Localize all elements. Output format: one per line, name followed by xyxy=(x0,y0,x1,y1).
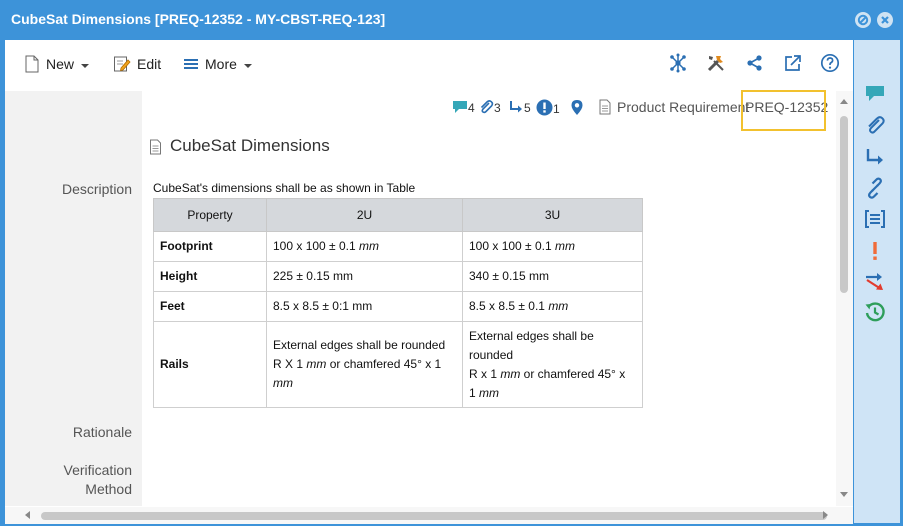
right-sidebar xyxy=(854,40,900,523)
history-icon[interactable] xyxy=(864,301,886,323)
table-cell: 100 x 100 ± 0.1 mm xyxy=(462,231,643,262)
share-icon[interactable] xyxy=(745,53,765,73)
comments-count: 4 xyxy=(468,101,475,115)
document-icon xyxy=(599,99,611,115)
item-type-label: Product Requirement xyxy=(617,99,750,115)
table-row: Rails External edges shall be rounded R … xyxy=(153,321,643,408)
list-icon[interactable] xyxy=(864,208,886,230)
dimensions-table: Property 2U 3U Footprint 100 x 100 ± 0.1… xyxy=(153,198,643,408)
scroll-left-icon[interactable] xyxy=(25,511,30,519)
document-icon xyxy=(150,139,161,155)
row-header: Height xyxy=(153,261,267,292)
location-icon[interactable] xyxy=(570,99,584,121)
issue-icon[interactable] xyxy=(864,240,886,262)
description-text: CubeSat's dimensions shall be as shown i… xyxy=(153,181,416,195)
scroll-up-icon[interactable] xyxy=(840,99,848,104)
row-header: Footprint xyxy=(153,231,267,262)
requirement-id-highlight xyxy=(741,90,826,131)
rationale-label: Rationale xyxy=(72,424,132,440)
tools-icon[interactable] xyxy=(706,53,726,73)
requirement-content: 4 3 5 1 Product Requirement PREQ-12352 C… xyxy=(142,91,836,506)
row-header: Feet xyxy=(153,291,267,322)
help-icon[interactable] xyxy=(820,53,840,73)
traces-count: 5 xyxy=(524,101,531,115)
comment-icon[interactable] xyxy=(864,82,886,104)
network-icon[interactable] xyxy=(668,53,688,73)
window-title: CubeSat Dimensions [PREQ-12352 - MY-CBST… xyxy=(11,11,386,27)
scroll-down-icon[interactable] xyxy=(840,492,848,497)
trace-icon xyxy=(510,101,522,113)
table-row: Footprint 100 x 100 ± 0.1 mm 100 x 100 ±… xyxy=(153,231,643,262)
new-button[interactable]: New xyxy=(24,54,90,74)
item-title: CubeSat Dimensions xyxy=(150,136,330,156)
vertical-scroll-thumb[interactable] xyxy=(840,116,848,293)
table-cell: 100 x 100 ± 0.1 mm xyxy=(266,231,463,262)
table-cell: 340 ± 0.15 mm xyxy=(462,261,643,292)
edit-label: Edit xyxy=(137,56,162,72)
close-icon[interactable] xyxy=(877,12,893,28)
column-header: 3U xyxy=(462,198,643,232)
comments-indicator[interactable]: 4 xyxy=(452,99,475,121)
title-bar: CubeSat Dimensions [PREQ-12352 - MY-CBST… xyxy=(0,0,903,40)
issue-icon xyxy=(536,99,553,116)
more-button[interactable]: More xyxy=(183,54,252,74)
attachments-indicator[interactable]: 3 xyxy=(478,99,501,121)
flow-icon[interactable] xyxy=(864,270,886,292)
edit-button[interactable]: Edit xyxy=(113,54,161,74)
chevron-down-icon xyxy=(243,63,252,68)
trace-icon[interactable] xyxy=(864,146,886,168)
toolbar: New Edit More xyxy=(5,40,853,86)
table-cell: External edges shall be rounded R X 1 mm… xyxy=(266,321,463,408)
edit-icon xyxy=(114,56,131,72)
item-name: CubeSat Dimensions xyxy=(170,136,330,155)
horizontal-scrollbar[interactable] xyxy=(5,507,853,524)
table-cell: 225 ± 0.15 mm xyxy=(266,261,463,292)
comment-icon xyxy=(453,101,467,113)
description-label: Description xyxy=(61,181,132,197)
verification-method-label-line1: Verification xyxy=(63,462,132,478)
new-label: New xyxy=(46,56,75,72)
minimize-icon[interactable] xyxy=(855,12,871,28)
more-label: More xyxy=(205,56,237,72)
hamburger-icon xyxy=(184,59,198,69)
chevron-down-icon xyxy=(81,63,90,68)
traces-indicator[interactable]: 5 xyxy=(508,99,531,121)
attachment-icon xyxy=(480,100,494,114)
table-cell: 8.5 x 8.5 ± 0.1 mm xyxy=(462,291,643,322)
scroll-right-icon[interactable] xyxy=(823,511,828,519)
issues-indicator[interactable]: 1 xyxy=(536,99,560,121)
field-labels-column: Description Rationale Verification Metho… xyxy=(5,91,142,506)
external-link-icon[interactable] xyxy=(783,53,803,73)
row-header: Rails xyxy=(153,321,267,408)
issues-count: 1 xyxy=(553,102,560,116)
vertical-scrollbar[interactable] xyxy=(836,91,853,506)
table-cell: External edges shall be rounded R x 1 mm… xyxy=(462,321,643,408)
horizontal-scroll-thumb[interactable] xyxy=(41,512,827,520)
new-document-icon xyxy=(25,55,39,73)
table-header-row: Property 2U 3U xyxy=(153,198,643,232)
attachment-icon[interactable] xyxy=(864,114,886,136)
link-icon[interactable] xyxy=(864,177,886,199)
dialog-window: CubeSat Dimensions [PREQ-12352 - MY-CBST… xyxy=(0,0,903,526)
table-row: Height 225 ± 0.15 mm 340 ± 0.15 mm xyxy=(153,261,643,292)
verification-method-label-line2: Method xyxy=(85,481,132,497)
column-header: 2U xyxy=(266,198,463,232)
table-cell: 8.5 x 8.5 ± 0:1 mm xyxy=(266,291,463,322)
item-type: Product Requirement xyxy=(598,99,749,121)
attachments-count: 3 xyxy=(494,101,501,115)
table-row: Feet 8.5 x 8.5 ± 0:1 mm 8.5 x 8.5 ± 0.1 … xyxy=(153,291,643,322)
column-header: Property xyxy=(153,198,267,232)
